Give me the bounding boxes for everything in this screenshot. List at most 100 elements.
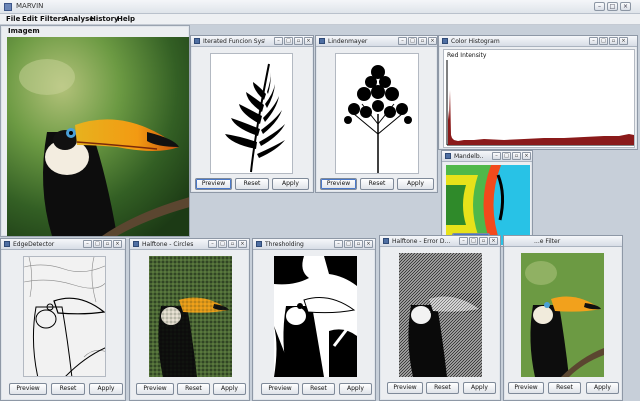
lindenmayer-frame: Lindenmayer – □ ▫ × Preview Reset Apply [315,35,438,193]
preview-button[interactable]: Preview [136,383,174,395]
ifs-frame: Iterated Funcion Syst... – □ ▫ × [190,35,314,193]
frame-maximize-icon[interactable]: □ [469,237,478,245]
halftone-circles-frame-title: Halftone - Circles [142,241,194,248]
frame-maximize-icon[interactable]: □ [93,240,102,248]
frame-close-icon[interactable]: × [364,240,373,248]
frame-minimize-icon[interactable]: – [208,240,217,248]
frame-minimize-icon[interactable]: – [398,37,407,45]
frame-maximize-icon[interactable]: □ [218,240,227,248]
thresholding-frame-title: Thresholding [265,241,304,248]
frame-close-icon[interactable]: × [304,37,313,45]
threshold-toucan-illustration [274,256,357,377]
frame-close-icon[interactable]: × [113,240,122,248]
frame-restore-icon[interactable]: ▫ [512,152,521,160]
frame-restore-icon[interactable]: ▫ [294,37,303,45]
halftone-error-canvas [399,253,482,377]
halftone-error-illustration [399,253,482,377]
reset-button[interactable]: Reset [548,382,581,394]
apply-button[interactable]: Apply [213,383,246,395]
frame-minimize-icon[interactable]: – [83,240,92,248]
frame-maximize-icon[interactable]: □ [599,37,608,45]
main-image-frame: Imagem [0,25,190,237]
apply-button[interactable]: Apply [89,383,123,395]
edge-detector-frame-title: EdgeDetector [13,241,55,248]
preview-button[interactable]: Preview [320,178,357,190]
histogram-frame-title: Color Histogram [451,38,500,45]
frame-maximize-icon[interactable]: □ [284,37,293,45]
reset-button[interactable]: Reset [360,178,394,190]
ifs-canvas [210,53,293,174]
halftone-error-frame-title: Halftone - Error D... [392,238,451,245]
frame-icon [4,241,10,247]
apply-button[interactable]: Apply [397,178,434,190]
frame-icon [133,241,139,247]
frame-icon [442,38,448,44]
preview-button[interactable]: Preview [387,382,423,394]
frame-minimize-icon[interactable]: – [492,152,501,160]
lsystem-tree-illustration [344,65,412,173]
reset-button[interactable]: Reset [426,382,459,394]
halftone-circles-frame-header: Halftone - Circles – □ ▫ × [130,239,249,250]
frame-minimize-icon[interactable]: – [459,237,468,245]
frame-minimize-icon[interactable]: – [589,37,598,45]
window-titlebar: MARVIN – □ × [0,0,640,14]
frame-restore-icon[interactable]: ▫ [228,240,237,248]
menu-history[interactable]: History [90,15,119,23]
reset-button[interactable]: Reset [302,383,335,395]
preview-button[interactable]: Preview [261,383,299,395]
frame-restore-icon[interactable]: ▫ [609,37,618,45]
frame-close-icon[interactable]: × [428,37,437,45]
edge-detector-canvas [23,256,106,377]
thresholding-canvas [274,256,357,377]
frame-restore-icon[interactable]: ▫ [354,240,363,248]
frame-maximize-icon[interactable]: □ [502,152,511,160]
frame-icon [319,38,325,44]
mandelbrot-frame-title: Mandelb... [454,153,484,160]
apply-button[interactable]: Apply [339,383,372,395]
frame-restore-icon[interactable]: ▫ [103,240,112,248]
reset-button[interactable]: Reset [177,383,210,395]
lindenmayer-canvas [335,53,419,174]
frame-icon [383,238,389,244]
fern-illustration [225,63,285,173]
preview-button[interactable]: Preview [508,382,544,394]
menu-file[interactable]: File [6,15,20,23]
app-icon [4,3,12,11]
menu-filters[interactable]: Filters [40,15,65,23]
main-image-title: Imagem [8,27,40,35]
filtered-toucan-illustration [521,253,604,377]
menu-help[interactable]: Help [117,15,135,23]
frame-minimize-icon[interactable]: – [334,240,343,248]
apply-button[interactable]: Apply [463,382,496,394]
reset-button[interactable]: Reset [51,383,85,395]
window-title: MARVIN [16,2,44,10]
reset-button[interactable]: Reset [235,178,269,190]
frame-close-icon[interactable]: × [238,240,247,248]
frame-restore-icon[interactable]: ▫ [418,37,427,45]
mandelbrot-frame: Mandelb... – □ ▫ × Preview [441,150,533,247]
histogram-frame: Color Histogram – □ ▫ × Red Intensity [438,35,638,150]
frame-close-icon[interactable]: × [522,152,531,160]
minimize-icon[interactable]: – [594,2,605,11]
preview-button[interactable]: Preview [195,178,232,190]
frame-restore-icon[interactable]: ▫ [479,237,488,245]
image-filter-frame-header: ...e Filter [504,236,622,247]
frame-minimize-icon[interactable]: – [274,37,283,45]
thresholding-frame: Thresholding – □ ▫ × Preview Reset Apply [252,238,376,401]
apply-button[interactable]: Apply [272,178,309,190]
halftone-circles-frame: Halftone - Circles – □ ▫ × Preview Reset… [129,238,250,401]
halftone-circles-illustration [149,256,232,377]
maximize-icon[interactable]: □ [607,2,618,11]
toucan-illustration [7,37,189,236]
histogram-plot [446,60,634,146]
apply-button[interactable]: Apply [586,382,619,394]
frame-close-icon[interactable]: × [619,37,628,45]
toucan-image [7,37,189,236]
menu-edit[interactable]: Edit [22,15,38,23]
frame-maximize-icon[interactable]: □ [344,240,353,248]
preview-button[interactable]: Preview [9,383,47,395]
frame-maximize-icon[interactable]: □ [408,37,417,45]
edge-toucan-illustration [24,257,105,376]
close-icon[interactable]: × [620,2,631,11]
frame-close-icon[interactable]: × [489,237,498,245]
